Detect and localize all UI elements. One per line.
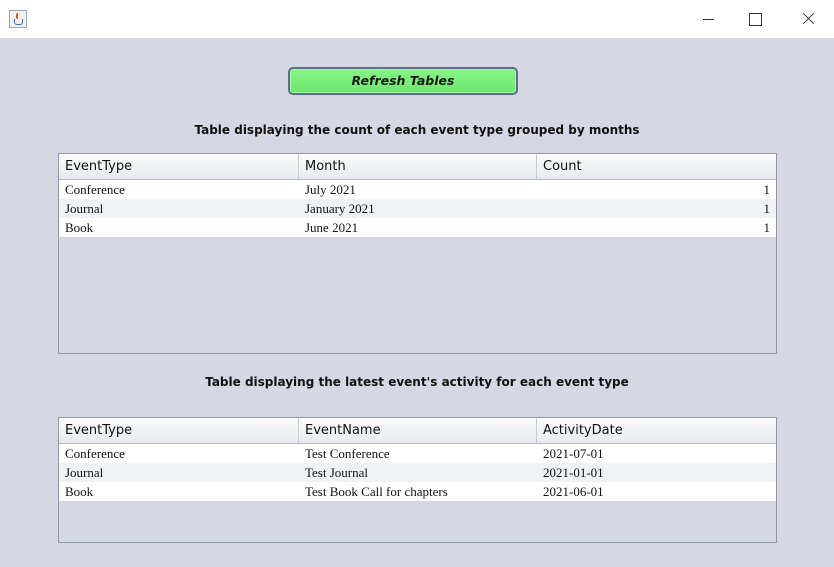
latest-activity-table[interactable]: EventType EventName ActivityDate Confere… (58, 417, 777, 543)
cell-eventtype: Book (65, 220, 94, 235)
cell-eventname: Test Conference (305, 446, 390, 461)
table-row[interactable]: Journal January 2021 1 (59, 199, 776, 218)
column-header-month[interactable]: Month (299, 154, 537, 179)
event-count-table[interactable]: EventType Month Count Conference July 20… (58, 153, 777, 354)
cell-eventtype: Book (65, 484, 94, 499)
table1-caption: Table displaying the count of each event… (194, 123, 640, 137)
cell-count: 1 (763, 220, 771, 235)
minimize-icon[interactable] (686, 6, 732, 32)
table2-caption: Table displaying the latest event's acti… (205, 375, 629, 389)
cell-eventtype: Journal (65, 465, 104, 480)
cell-month: January 2021 (305, 201, 375, 216)
cell-count: 1 (763, 182, 771, 197)
cell-eventtype: Conference (65, 446, 125, 461)
title-bar (0, 0, 834, 38)
cell-activitydate: 2021-07-01 (543, 446, 604, 461)
cell-activitydate: 2021-06-01 (543, 484, 604, 499)
column-header-count[interactable]: Count (537, 154, 776, 179)
table-row[interactable]: Book Test Book Call for chapters 2021-06… (59, 482, 776, 501)
cell-eventname: Test Journal (305, 465, 368, 480)
table-row[interactable]: Journal Test Journal 2021-01-01 (59, 463, 776, 482)
cell-eventtype: Journal (65, 201, 104, 216)
java-cup-icon[interactable] (9, 10, 27, 28)
column-header-eventtype[interactable]: EventType (59, 418, 299, 443)
cell-activitydate: 2021-01-01 (543, 465, 604, 480)
column-header-eventname[interactable]: EventName (299, 418, 537, 443)
cell-month: June 2021 (305, 220, 359, 235)
table-header: EventType Month Count (59, 154, 776, 180)
table-row[interactable]: Conference July 2021 1 (59, 180, 776, 199)
table-row[interactable]: Book June 2021 1 (59, 218, 776, 237)
maximize-icon[interactable] (732, 6, 778, 32)
refresh-tables-button[interactable]: Refresh Tables (288, 67, 518, 95)
table-row[interactable]: Conference Test Conference 2021-07-01 (59, 444, 776, 463)
table-header: EventType EventName ActivityDate (59, 418, 776, 444)
cell-eventtype: Conference (65, 182, 125, 197)
column-header-activitydate[interactable]: ActivityDate (537, 418, 776, 443)
column-header-eventtype[interactable]: EventType (59, 154, 299, 179)
cell-month: July 2021 (305, 182, 356, 197)
close-icon[interactable] (785, 6, 831, 32)
cell-eventname: Test Book Call for chapters (305, 484, 448, 499)
cell-count: 1 (763, 201, 771, 216)
main-panel: Refresh Tables Table displaying the coun… (0, 38, 834, 567)
